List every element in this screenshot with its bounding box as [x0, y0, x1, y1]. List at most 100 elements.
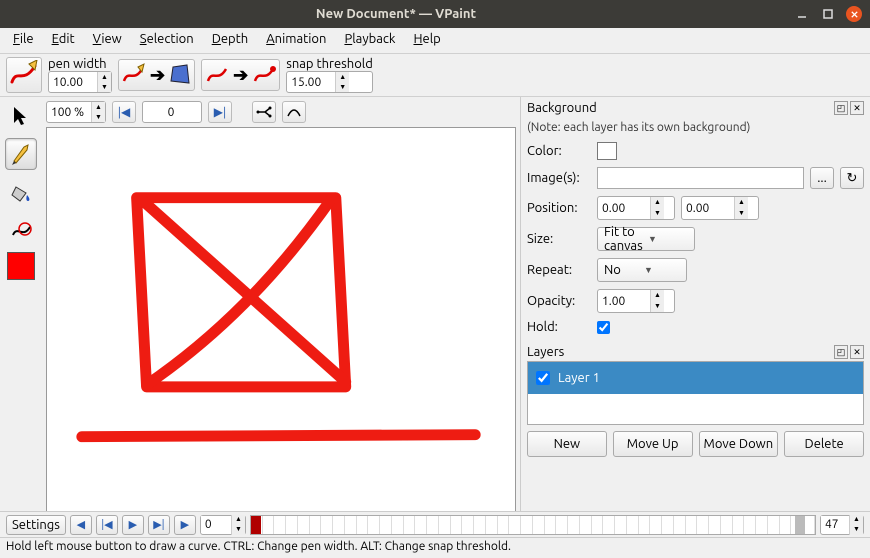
planar-map-group[interactable]: ➔ [118, 59, 195, 91]
hold-checkbox[interactable] [597, 321, 610, 334]
paint-bucket-tool[interactable] [5, 176, 37, 208]
pen-width-down[interactable]: ▼ [97, 82, 111, 92]
last-frame-button[interactable]: ▶| [208, 101, 232, 123]
snap-group[interactable]: ➔ [201, 59, 280, 91]
layer-moveup-button[interactable]: Move Up [613, 431, 693, 457]
sketch-tool-icon[interactable] [6, 57, 42, 93]
timeline-next-button[interactable]: ▶ [174, 515, 196, 535]
repeat-label: Repeat: [527, 263, 591, 277]
zoom-up[interactable]: ▲ [91, 102, 105, 112]
background-undock-button[interactable]: ◰ [834, 101, 848, 115]
hold-label: Hold: [527, 320, 591, 334]
snap-threshold-spin[interactable]: ▲▼ [286, 71, 373, 93]
position-y-input[interactable] [682, 200, 734, 217]
pen-width-label: pen width [48, 57, 112, 71]
canvas-toolbar: ▲▼ |◀ ▶| [42, 97, 520, 127]
position-x-input[interactable] [598, 200, 650, 217]
timeline-track[interactable] [250, 515, 816, 535]
layers-list[interactable]: Layer 1 [527, 361, 864, 425]
images-input[interactable] [597, 167, 804, 189]
zoom-down[interactable]: ▼ [91, 112, 105, 122]
menu-selection[interactable]: Selection [131, 28, 203, 53]
timeline: Settings ◀ |◀ ▶ ▶| ▶ ▲▼ ▲▼ [0, 511, 870, 537]
arrow-icon: ➔ [150, 65, 165, 86]
zoom-input[interactable] [47, 104, 91, 121]
layers-close-button[interactable]: ✕ [850, 345, 864, 359]
snap-threshold-group: snap threshold ▲▼ [286, 57, 373, 93]
minimize-button[interactable] [794, 6, 810, 22]
background-note: (Note: each layer has its own background… [527, 121, 864, 134]
timeline-end-spin[interactable]: ▲▼ [820, 515, 864, 535]
snap-threshold-input[interactable] [287, 74, 335, 91]
background-close-button[interactable]: ✕ [850, 101, 864, 115]
opacity-spin[interactable]: ▲▼ [597, 289, 675, 313]
position-label: Position: [527, 201, 591, 215]
pen-width-up[interactable]: ▲ [97, 72, 111, 82]
menu-animation[interactable]: Animation [257, 28, 335, 53]
images-label: Image(s): [527, 171, 591, 185]
layer-new-button[interactable]: New [527, 431, 607, 457]
menu-help[interactable]: Help [404, 28, 449, 53]
statusbar: Hold left mouse button to draw a curve. … [0, 537, 870, 558]
first-frame-button[interactable]: |◀ [112, 101, 136, 123]
sketch-tool[interactable] [5, 138, 37, 170]
display-mode-button[interactable] [282, 101, 306, 123]
timeline-prev-button[interactable]: ◀ [70, 515, 92, 535]
position-y-spin[interactable]: ▲▼ [681, 196, 759, 220]
select-tool[interactable] [5, 100, 37, 132]
menubar: File Edit View Selection Depth Animation… [0, 28, 870, 54]
menu-edit[interactable]: Edit [43, 28, 84, 53]
toolbox [0, 97, 42, 511]
layer-delete-button[interactable]: Delete [784, 431, 864, 457]
current-color-swatch[interactable] [7, 252, 35, 280]
curve-pencil-icon [122, 63, 146, 87]
timeline-frame-spin[interactable]: ▲▼ [200, 515, 246, 535]
sculpt-tool[interactable] [5, 214, 37, 246]
pen-width-spin[interactable]: ▲▼ [48, 71, 112, 93]
opacity-input[interactable] [598, 293, 650, 310]
snap-up[interactable]: ▲ [335, 72, 349, 82]
topology-mode-button[interactable] [252, 101, 276, 123]
timeline-last-button[interactable]: ▶| [148, 515, 170, 535]
menu-view[interactable]: View [84, 28, 131, 53]
timeline-frame-input[interactable] [201, 516, 231, 533]
canvas[interactable] [46, 127, 516, 511]
timeline-settings-button[interactable]: Settings [6, 515, 66, 535]
size-combo[interactable]: Fit to canvas▼ [597, 227, 695, 251]
snapped-curve-icon [252, 63, 276, 87]
menu-playback[interactable]: Playback [335, 28, 404, 53]
size-label: Size: [527, 232, 591, 246]
layers-panel-header: Layers ◰ ✕ [527, 345, 864, 359]
timeline-play-button[interactable]: ▶ [122, 515, 144, 535]
pen-width-input[interactable] [49, 74, 97, 91]
close-button[interactable] [846, 6, 862, 22]
timeline-cursor[interactable] [251, 516, 261, 534]
snap-down[interactable]: ▼ [335, 82, 349, 92]
layers-undock-button[interactable]: ◰ [834, 345, 848, 359]
timeline-first-button[interactable]: |◀ [96, 515, 118, 535]
frame-input[interactable] [143, 104, 199, 121]
layers-heading: Layers [527, 345, 832, 359]
repeat-combo[interactable]: No▼ [597, 258, 687, 282]
position-x-spin[interactable]: ▲▼ [597, 196, 675, 220]
layer-visible-checkbox[interactable] [536, 371, 550, 385]
main-toolbar: pen width ▲▼ ➔ ➔ snap threshold ▲▼ [0, 54, 870, 97]
frame-spin[interactable] [142, 101, 202, 123]
images-reload-button[interactable]: ↻ [840, 167, 864, 189]
window-title: New Document* — VPaint [8, 7, 784, 21]
timeline-end-input[interactable] [821, 516, 849, 533]
open-curve-icon [205, 63, 229, 87]
maximize-button[interactable] [820, 6, 836, 22]
layer-row[interactable]: Layer 1 [528, 362, 863, 394]
menu-file[interactable]: File [4, 28, 43, 53]
pen-width-group: pen width ▲▼ [48, 57, 112, 93]
background-color-picker[interactable] [597, 142, 617, 160]
layer-movedown-button[interactable]: Move Down [699, 431, 779, 457]
layer-name: Layer 1 [558, 371, 600, 385]
background-panel-header: Background ◰ ✕ [527, 101, 864, 115]
timeline-end-marker [795, 516, 805, 534]
images-browse-button[interactable]: ... [810, 167, 834, 189]
zoom-spin[interactable]: ▲▼ [46, 101, 106, 123]
menu-depth[interactable]: Depth [203, 28, 258, 53]
drawing-content [47, 128, 515, 511]
